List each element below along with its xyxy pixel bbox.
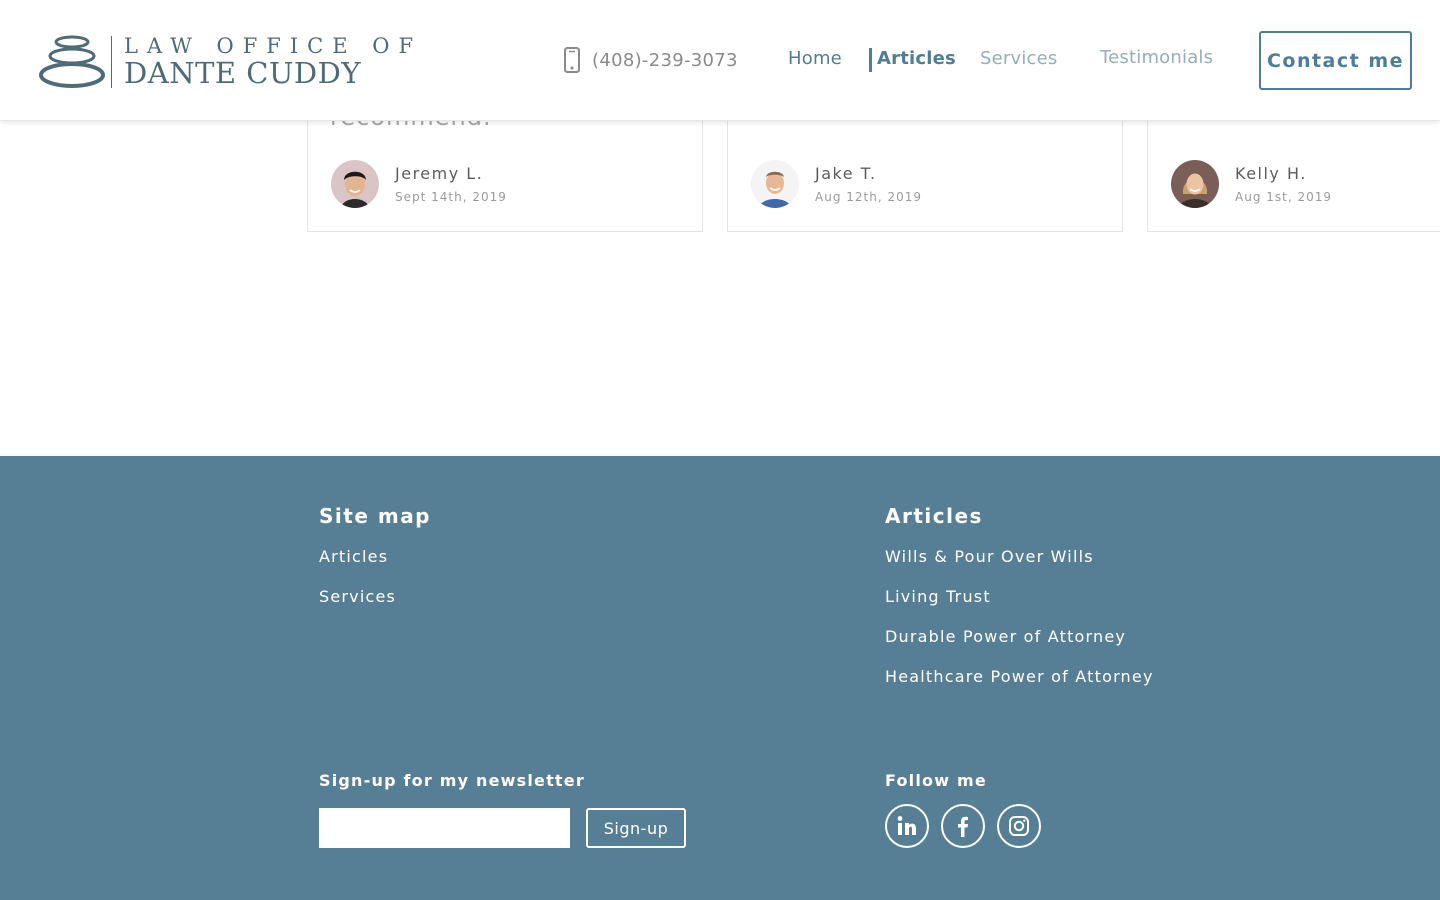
reviewer-name: Kelly H. bbox=[1235, 164, 1307, 183]
article-link-wills[interactable]: Wills & Pour Over Wills bbox=[885, 547, 1094, 566]
sitemap-link-articles[interactable]: Articles bbox=[319, 547, 388, 566]
newsletter-email-input[interactable] bbox=[319, 808, 570, 848]
nav-testimonials[interactable]: Testimonials bbox=[1100, 47, 1213, 68]
review-date: Sept 14th, 2019 bbox=[395, 190, 507, 204]
review-date: Aug 12th, 2019 bbox=[815, 190, 922, 204]
logo-divider bbox=[111, 36, 112, 88]
avatar bbox=[331, 160, 379, 208]
mobile-phone-icon bbox=[564, 47, 580, 73]
stacked-stones-logo-icon bbox=[39, 35, 105, 88]
follow-label: Follow me bbox=[885, 771, 987, 790]
linkedin-icon[interactable] bbox=[885, 804, 929, 848]
nav-home[interactable]: Home bbox=[788, 48, 842, 69]
sitemap-heading: Site map bbox=[319, 504, 431, 528]
phone-number: (408)-239-3073 bbox=[592, 49, 738, 71]
articles-heading: Articles bbox=[885, 504, 983, 528]
logo-line-2: DANTE CUDDY bbox=[124, 56, 362, 90]
instagram-icon[interactable] bbox=[997, 804, 1041, 848]
newsletter-label: Sign-up for my newsletter bbox=[319, 771, 585, 790]
site-logo[interactable]: LAW OFFICE OF DANTE CUDDY bbox=[38, 34, 413, 90]
contact-me-button[interactable]: Contact me bbox=[1259, 31, 1412, 90]
nav-articles[interactable]: Articles bbox=[877, 48, 956, 69]
nav-active-indicator bbox=[869, 48, 872, 72]
review-date: Aug 1st, 2019 bbox=[1235, 190, 1333, 204]
site-footer: Site map Articles Services Articles Will… bbox=[0, 456, 1440, 900]
site-header: LAW OFFICE OF DANTE CUDDY (408)-239-3073… bbox=[0, 0, 1440, 121]
signup-button[interactable]: Sign-up bbox=[586, 808, 686, 848]
article-link-healthcare-poa[interactable]: Healthcare Power of Attorney bbox=[885, 667, 1154, 686]
logo-line-1: LAW OFFICE OF bbox=[124, 34, 423, 58]
sitemap-link-services[interactable]: Services bbox=[319, 587, 396, 606]
article-link-durable-poa[interactable]: Durable Power of Attorney bbox=[885, 627, 1126, 646]
nav-services[interactable]: Services bbox=[980, 48, 1058, 69]
avatar bbox=[751, 160, 799, 208]
reviewer-name: Jeremy L. bbox=[395, 164, 484, 183]
facebook-icon[interactable] bbox=[941, 804, 985, 848]
avatar bbox=[1171, 160, 1219, 208]
article-link-living-trust[interactable]: Living Trust bbox=[885, 587, 991, 606]
phone-contact[interactable]: (408)-239-3073 bbox=[562, 46, 738, 74]
reviewer-name: Jake T. bbox=[815, 164, 877, 183]
